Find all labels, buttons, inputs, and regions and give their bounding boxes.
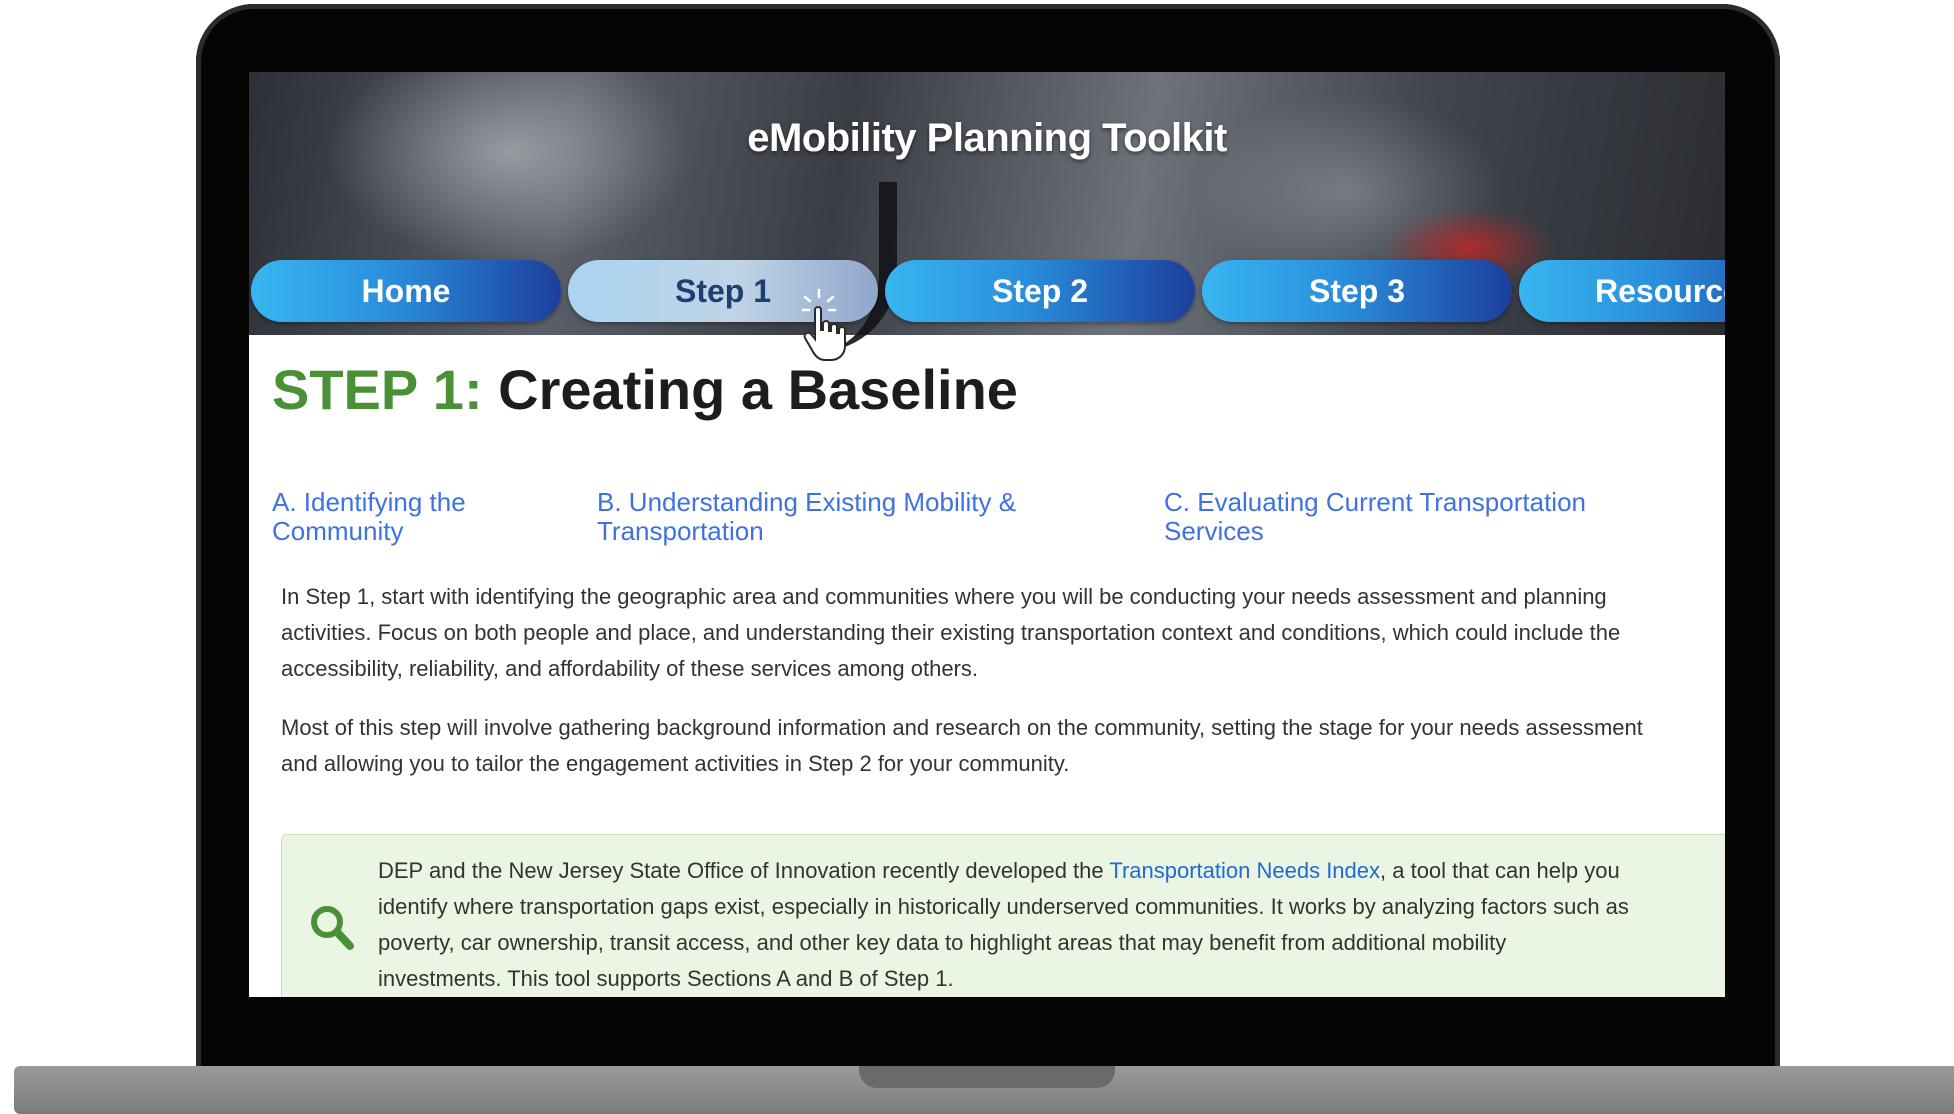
detail-line-2: and allowing you to tailor the engagemen… — [281, 751, 1070, 776]
subnav-link-c-line2: Services — [1164, 516, 1264, 546]
subnav-link-b-line2: Transportation — [597, 516, 764, 546]
header-banner: eMobility Planning Toolkit Home Step 1 S… — [249, 72, 1725, 352]
nav-step3-button[interactable]: Step 3 — [1202, 260, 1512, 322]
callout-text: DEP and the New Jersey State Office of I… — [378, 853, 1629, 997]
nav-step1-label: Step 1 — [674, 273, 772, 309]
callout-line-4: investments. This tool supports Sections… — [378, 966, 954, 991]
intro-line-3: accessibility, reliability, and affordab… — [281, 656, 978, 681]
nav-home-button[interactable]: Home — [251, 260, 561, 322]
tip-callout: DEP and the New Jersey State Office of I… — [281, 834, 1725, 997]
transportation-needs-index-link[interactable]: Transportation Needs Index — [1109, 858, 1380, 883]
intro-line-1: In Step 1, start with identifying the ge… — [281, 584, 1607, 609]
detail-line-1: Most of this step will involve gathering… — [281, 715, 1643, 740]
subnav-link-c-line1: C. Evaluating Current Transportation — [1164, 487, 1586, 517]
callout-line-1-before: DEP and the New Jersey State Office of I… — [378, 858, 1110, 883]
step-prefix: STEP 1: — [272, 358, 483, 421]
site-title: eMobility Planning Toolkit — [747, 116, 1227, 160]
callout-line-1: DEP and the New Jersey State Office of I… — [378, 853, 1629, 889]
callout-line-3: poverty, car ownership, transit access, … — [378, 930, 1507, 955]
subnav-link-b[interactable]: B. Understanding Existing Mobility & Tra… — [597, 488, 1016, 546]
subnav-link-a-line1: A. Identifying the — [272, 487, 466, 517]
nav-step2-label: Step 2 — [991, 273, 1089, 309]
nav-step3-label: Step 3 — [1308, 273, 1406, 309]
nav-step2-button[interactable]: Step 2 — [885, 260, 1195, 322]
search-icon — [311, 906, 354, 950]
callout-line-2: identify where transportation gaps exist… — [378, 894, 1629, 919]
detail-paragraph: Most of this step will involve gathering… — [281, 710, 1643, 782]
pointer-hand-icon — [801, 288, 846, 361]
intro-paragraph: In Step 1, start with identifying the ge… — [281, 579, 1620, 687]
laptop-notch — [859, 1066, 1115, 1088]
nav-resources-button[interactable]: Resources — [1519, 260, 1725, 322]
subnav-link-c[interactable]: C. Evaluating Current Transportation Ser… — [1164, 488, 1586, 546]
subnav-link-b-line1: B. Understanding Existing Mobility & — [597, 487, 1017, 517]
subnav-link-a-line2: Community — [272, 516, 404, 546]
nav-home-label: Home — [361, 273, 451, 309]
subnav-link-a[interactable]: A. Identifying the Community — [272, 488, 466, 546]
callout-line-1-after: , a tool that can help you — [1380, 858, 1620, 883]
browser-screen: eMobility Planning Toolkit Home Step 1 S… — [249, 72, 1725, 997]
page-title: STEP 1: Creating a Baseline — [272, 357, 1018, 422]
intro-line-2: activities. Focus on both people and pla… — [281, 620, 1621, 645]
step-title-text: Creating a Baseline — [498, 358, 1018, 421]
nav-resources-label: Resources — [1595, 273, 1725, 309]
main-nav: Home Step 1 Step 2 Step 3 Resources — [249, 260, 1725, 324]
